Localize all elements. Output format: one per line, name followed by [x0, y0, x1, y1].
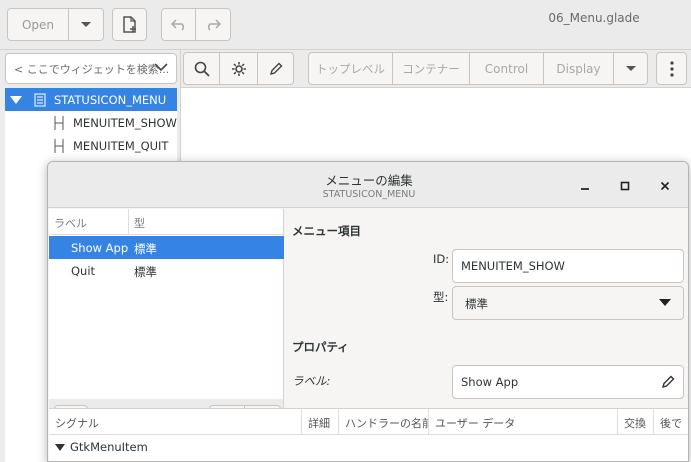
more-tabs-dropdown[interactable] — [614, 52, 648, 85]
pencil-icon — [269, 62, 282, 75]
menuitem-widget-icon — [54, 138, 64, 153]
chevron-down-icon — [659, 299, 671, 306]
maximize-button[interactable] — [615, 176, 635, 196]
item-type: 標準 — [134, 242, 157, 256]
tab-toplevel[interactable]: トップレベル — [308, 52, 393, 85]
search-widget-button[interactable] — [183, 52, 220, 85]
column-header-signal[interactable]: シグナル — [49, 409, 302, 435]
close-icon — [660, 181, 670, 191]
tab-control[interactable]: Control — [470, 52, 544, 85]
menu-item-section-header: メニュー項目 — [292, 224, 361, 238]
list-item[interactable]: Show App 標準 — [49, 236, 284, 259]
tab-toplevel-label: トップレベル — [316, 61, 385, 76]
tab-control-label: Control — [484, 61, 529, 76]
expander-down-icon[interactable] — [55, 444, 65, 451]
tree-item-menuitem-quit[interactable]: MENUITEM_QUIT — [5, 134, 177, 157]
column-header-label[interactable]: ラベル — [54, 215, 87, 231]
minimize-icon — [581, 188, 589, 190]
tab-display[interactable]: Display — [544, 52, 614, 85]
type-select[interactable]: 標準 — [452, 286, 684, 320]
column-header-after[interactable]: 後で — [654, 409, 688, 435]
new-document-icon — [122, 15, 136, 33]
open-button-label: Open — [21, 17, 55, 32]
open-button[interactable]: Open — [7, 8, 69, 41]
signal-group-row[interactable]: GtkMenuItem — [49, 437, 688, 459]
id-label: ID: — [433, 252, 450, 266]
column-divider — [128, 209, 129, 235]
tree-item-label: MENUITEM_QUIT — [73, 138, 169, 153]
menu-item-list: ラベル 型 Show App 標準 Quit 標準 — [49, 209, 284, 399]
label-field[interactable]: Show App — [452, 365, 684, 399]
kebab-menu-icon — [669, 60, 674, 77]
properties-section-header: プロパティ — [292, 340, 349, 354]
header-bar: Open 06_Menu.glade — [0, 0, 691, 50]
dialog-header: メニューの編集 STATUSICON_MENU — [48, 162, 688, 208]
redo-button[interactable] — [196, 8, 231, 41]
list-item[interactable]: Quit 標準 — [49, 259, 284, 282]
tree-item-menuitem-show[interactable]: MENUITEM_SHOW — [5, 111, 177, 134]
id-field[interactable]: MENUITEM_SHOW — [452, 249, 684, 283]
item-label: Show App — [71, 241, 129, 255]
id-value: MENUITEM_SHOW — [461, 259, 565, 273]
signals-header: シグナル 詳細 ハンドラーの名前 ユーザー データ 交換 後で — [49, 409, 688, 435]
redo-icon — [207, 18, 221, 31]
pencil-icon[interactable] — [661, 375, 675, 389]
label-label: ラベル: — [292, 374, 331, 388]
widget-search-input[interactable]: < ここでウィジェットを検索... — [5, 53, 177, 84]
tree-item-label: STATUSICON_MENU — [54, 92, 167, 107]
chevron-down-icon — [81, 21, 91, 27]
chevron-down-icon[interactable] — [154, 62, 168, 72]
new-project-button[interactable] — [112, 8, 147, 41]
item-type: 標準 — [134, 265, 157, 279]
search-placeholder: < ここでウィジェットを検索... — [14, 63, 170, 76]
minimize-button[interactable] — [575, 176, 595, 196]
recent-files-dropdown[interactable] — [69, 8, 104, 41]
label-value: Show App — [461, 375, 519, 389]
menuitem-widget-icon — [54, 115, 64, 130]
tree-item-statusicon-menu[interactable]: STATUSICON_MENU — [5, 88, 177, 111]
tab-container[interactable]: コンテナー — [393, 52, 470, 85]
menu-editor-dialog: メニューの編集 STATUSICON_MENU ラベル 型 Show App 標… — [47, 161, 689, 462]
undo-icon — [170, 18, 184, 31]
gear-icon — [231, 61, 246, 76]
type-value: 標準 — [465, 297, 488, 311]
close-button[interactable] — [655, 176, 675, 196]
expander-down-icon[interactable] — [10, 95, 22, 104]
tab-container-label: コンテナー — [402, 61, 460, 76]
window-title: 06_Menu.glade — [548, 11, 640, 25]
list-header: ラベル 型 — [49, 209, 284, 235]
column-header-user-data[interactable]: ユーザー データ — [429, 409, 618, 435]
preferences-button[interactable] — [220, 52, 258, 85]
maximize-icon — [620, 181, 630, 191]
signal-group-label: GtkMenuItem — [70, 440, 148, 454]
search-icon — [194, 61, 210, 77]
column-header-swap[interactable]: 交換 — [618, 409, 654, 435]
undo-button[interactable] — [161, 8, 196, 41]
tree-item-label: MENUITEM_SHOW — [73, 115, 177, 130]
item-label: Quit — [71, 264, 96, 278]
column-header-type[interactable]: 型 — [134, 215, 145, 231]
column-header-detail[interactable]: 詳細 — [302, 409, 339, 435]
menu-widget-icon — [34, 93, 46, 106]
signals-table: シグナル 詳細 ハンドラーの名前 ユーザー データ 交換 後で GtkMenuI… — [49, 408, 688, 461]
menu-button[interactable] — [656, 52, 687, 85]
chevron-down-icon — [625, 65, 636, 71]
edit-button[interactable] — [258, 52, 294, 85]
type-label: 型: — [433, 290, 449, 304]
column-header-handler[interactable]: ハンドラーの名前 — [339, 409, 429, 435]
tab-display-label: Display — [556, 61, 601, 76]
